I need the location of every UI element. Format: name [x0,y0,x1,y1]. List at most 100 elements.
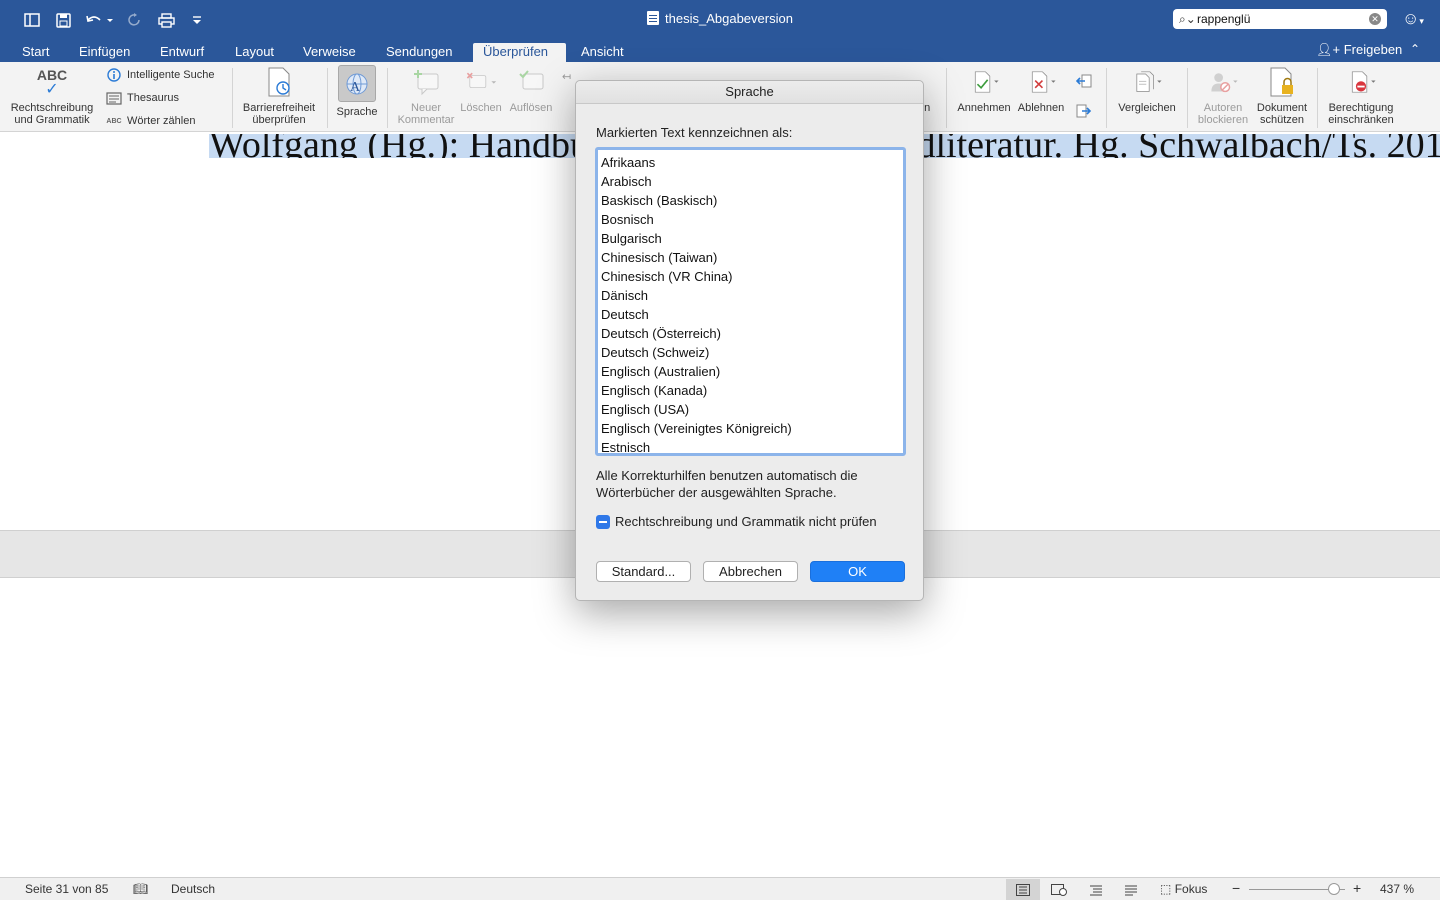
smart-lookup-button[interactable]: Intelligente Suche [106,68,214,82]
language-list-item[interactable]: Chinesisch (VR China) [598,267,903,286]
clear-search-icon[interactable]: ✕ [1369,13,1381,25]
delete-comment-button[interactable]: Löschen [457,66,505,114]
restrict-permission-button[interactable]: Berechtigung einschränken [1323,66,1399,126]
tab-start[interactable]: Start [12,43,59,62]
block-authors-button[interactable]: Autoren blockieren [1194,66,1252,126]
abc-check-icon: ABC ✓ [36,66,68,98]
block-authors-label-2: blockieren [1197,114,1249,126]
language-list-item[interactable]: Deutsch (Schweiz) [598,343,903,362]
tab-verweise[interactable]: Verweise [293,43,366,62]
tab-layout[interactable]: Layout [225,43,284,62]
language-list-item[interactable]: Dänisch [598,286,903,305]
language-dialog: Sprache Markierten Text kennzeichnen als… [575,80,924,601]
focus-icon: ⬚ [1160,882,1172,896]
zoom-slider-thumb[interactable] [1328,883,1340,895]
share-label: Freigeben [1343,42,1403,57]
language-list-item[interactable]: Bulgarisch [598,229,903,248]
word-count-button[interactable]: ABC Wörter zählen [106,114,195,128]
language-list-item[interactable]: Afrikaans [598,153,903,172]
no-proofing-label: Rechtschreibung und Grammatik nicht prüf… [615,514,877,529]
default-button[interactable]: Standard... [596,561,691,582]
book-icon [106,91,122,105]
language-list[interactable]: Afrikaans Arabisch Baskisch (Baskisch) Bosn… [595,147,906,456]
draft-view-icon[interactable] [1114,879,1148,900]
language-list-item[interactable]: Estnisch [598,438,903,453]
compare-label: Vergleichen [1118,102,1176,114]
reject-button[interactable]: Ablehnen [1015,66,1067,114]
dialog-title: Sprache [576,81,923,104]
collapse-ribbon-icon[interactable]: ⌃ [1410,42,1420,56]
restrict-label-2: einschränken [1328,114,1394,126]
smart-lookup-label: Intelligente Suche [127,69,215,81]
ribbon-separator [232,68,233,128]
word-count-icon: ABC [106,117,122,125]
search-box[interactable]: ⌕⌄ ✕ [1173,9,1387,29]
protect-document-button[interactable]: Dokument schützen [1253,66,1311,126]
new-comment-button[interactable]: Neuer Kommentar [396,66,456,126]
status-language[interactable]: Deutsch [171,882,215,896]
language-list-item[interactable]: Englisch (Australien) [598,362,903,381]
cancel-button[interactable]: Abbrechen [703,561,798,582]
share-button[interactable]: 👤︎+ Freigeben [1316,42,1402,58]
ribbon-separator [327,68,328,128]
previous-comment-icon[interactable]: ↤ [562,70,571,83]
tab-ueberpruefen[interactable]: Überprüfen [473,43,566,62]
protect-document-icon [1266,66,1298,98]
ok-button[interactable]: OK [810,561,905,582]
language-list-item[interactable]: Baskisch (Baskisch) [598,191,903,210]
language-button[interactable]: A Sprache [333,65,381,118]
ribbon-separator [1317,68,1318,128]
language-list-item[interactable]: Bosnisch [598,210,903,229]
language-list-item[interactable]: Arabisch [598,172,903,191]
accessibility-check-button[interactable]: Barrierefreiheit überprüfen [238,66,320,126]
title-bar: thesis_Abgabeversion ⌕⌄ ✕ ☺▾ [0,0,1440,40]
zoom-in-icon[interactable]: + [1353,880,1361,896]
outline-view-icon[interactable] [1079,879,1113,900]
proofing-icon[interactable]: 📖︎ [133,882,148,896]
zoom-out-icon[interactable]: − [1232,880,1240,896]
spelling-grammar-button[interactable]: ABC ✓ Rechtschreibung und Grammatik [8,66,96,127]
status-bar: Seite 31 von 85 📖︎ Deutsch ⬚ Fokus − + 4… [0,877,1440,900]
protect-doc-label-2: schützen [1259,114,1305,126]
accept-label: Annehmen [957,102,1011,114]
language-list-item[interactable]: Englisch (Kanada) [598,381,903,400]
compare-icon [1131,66,1163,98]
next-change-icon[interactable] [1076,104,1092,120]
dialog-info-text: Alle Korrekturhilfen benutzen automatisc… [596,468,858,500]
resolve-comment-button[interactable]: Auflösen [507,66,555,114]
search-input[interactable] [1197,12,1369,26]
zoom-level[interactable]: 437 % [1380,882,1414,896]
print-layout-view-icon[interactable] [1006,879,1040,900]
reject-icon [1025,66,1057,98]
language-list-item[interactable]: Chinesisch (Taiwan) [598,248,903,267]
checkbox-mixed-icon[interactable] [596,514,610,529]
tab-entwurf[interactable]: Entwurf [150,43,214,62]
dialog-label: Markierten Text kennzeichnen als: [596,125,793,140]
language-list-item[interactable]: Deutsch [598,305,903,324]
reject-label: Ablehnen [1017,102,1065,114]
web-layout-view-icon[interactable] [1042,879,1076,900]
feedback-smiley-icon[interactable]: ☺▾ [1402,9,1432,29]
page-count[interactable]: Seite 31 von 85 [25,882,108,896]
focus-mode-button[interactable]: ⬚ Fokus [1160,882,1207,896]
document-icon [647,11,660,25]
language-list-item[interactable]: Deutsch (Österreich) [598,324,903,343]
ribbon-separator [946,68,947,128]
add-person-icon: 👤︎+ [1316,42,1341,57]
svg-text:A: A [350,80,361,95]
tab-sendungen[interactable]: Sendungen [376,43,463,62]
accept-button[interactable]: Annehmen [955,66,1013,114]
language-list-item[interactable]: Englisch (Vereinigtes Königreich) [598,419,903,438]
previous-change-icon[interactable] [1076,74,1092,90]
language-list-item[interactable]: Englisch (USA) [598,400,903,419]
thesaurus-button[interactable]: Thesaurus [106,91,179,105]
protect-doc-label-1: Dokument [1256,102,1308,114]
no-proofing-checkbox[interactable]: Rechtschreibung und Grammatik nicht prüf… [596,514,877,529]
accessibility-label-2: überprüfen [252,114,306,126]
block-authors-icon [1207,66,1239,98]
accessibility-icon [263,66,295,98]
compare-button[interactable]: Vergleichen [1115,66,1179,114]
tab-ansicht[interactable]: Ansicht [571,43,634,62]
accessibility-label-1: Barrierefreiheit [242,102,316,114]
tab-einfuegen[interactable]: Einfügen [69,43,140,62]
